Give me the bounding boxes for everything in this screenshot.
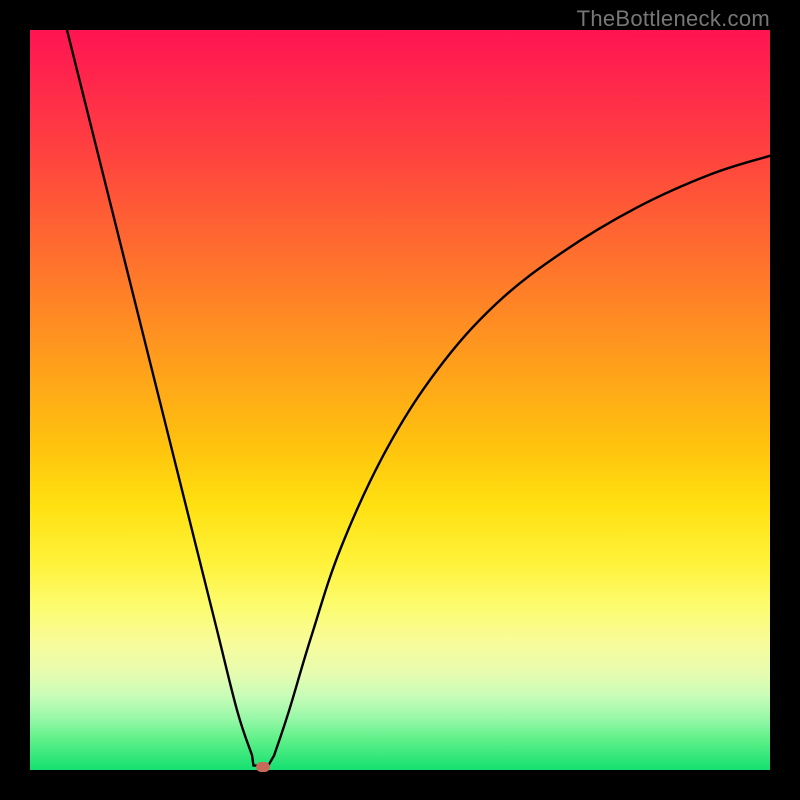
bottleneck-curve: [30, 30, 770, 770]
curve-path: [67, 30, 770, 766]
attribution-text: TheBottleneck.com: [577, 6, 770, 32]
minimum-marker: [256, 762, 270, 772]
chart-frame: TheBottleneck.com: [0, 0, 800, 800]
plot-area: [30, 30, 770, 770]
